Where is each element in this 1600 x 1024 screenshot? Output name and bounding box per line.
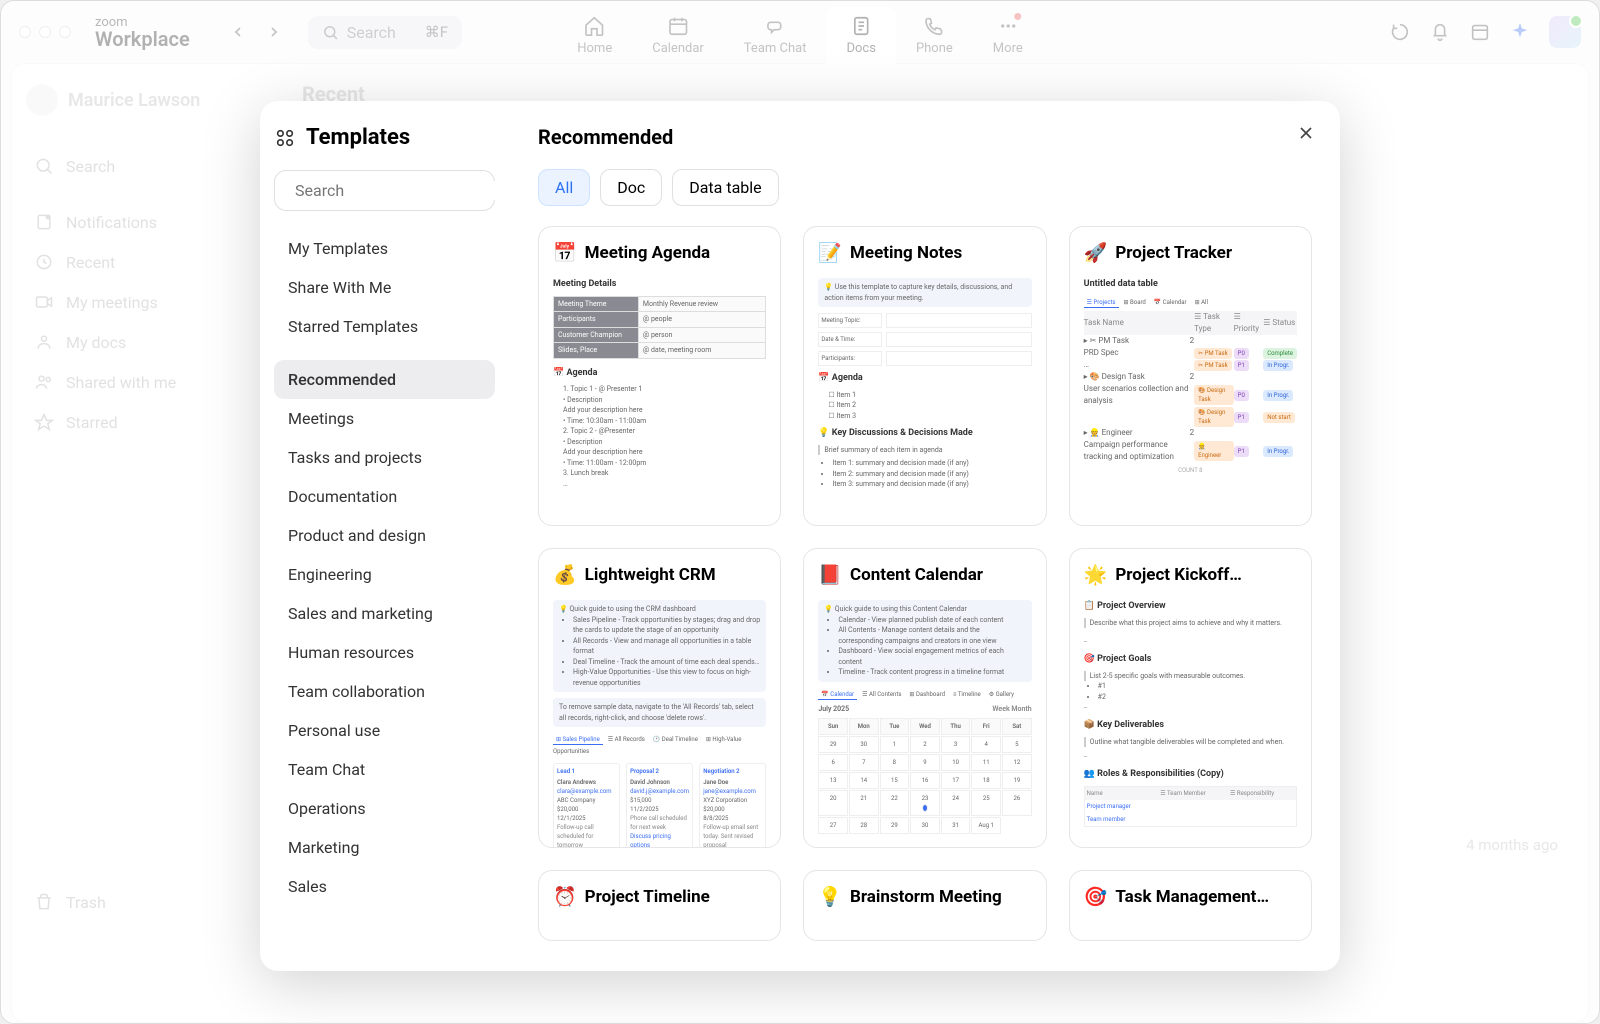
cat-starred-templates[interactable]: Starred Templates [274, 307, 495, 346]
template-card-project-kickoff-[interactable]: 🌟Project Kickoff…📋 Project OverviewDescr… [1069, 548, 1312, 848]
modal-sidebar: Templates My TemplatesShare With MeStarr… [260, 101, 510, 971]
cat-operations[interactable]: Operations [274, 789, 495, 828]
pill-all[interactable]: All [538, 169, 590, 206]
template-search-input[interactable] [295, 181, 498, 200]
section-heading: Recommended [538, 125, 1312, 149]
close-button[interactable] [1296, 123, 1316, 147]
cat-team-chat[interactable]: Team Chat [274, 750, 495, 789]
cat-product-and-design[interactable]: Product and design [274, 516, 495, 555]
cat-documentation[interactable]: Documentation [274, 477, 495, 516]
pill-doc[interactable]: Doc [600, 169, 662, 206]
template-card-content-calendar[interactable]: 📕Content Calendar💡 Quick guide to using … [803, 548, 1046, 848]
template-card-task-management-[interactable]: 🎯Task Management… [1069, 870, 1312, 941]
cat-my-templates[interactable]: My Templates [274, 229, 495, 268]
cat-sales[interactable]: Sales [274, 867, 495, 906]
cat-personal-use[interactable]: Personal use [274, 711, 495, 750]
template-card-meeting-notes[interactable]: 📝Meeting Notes💡 Use this template to cap… [803, 226, 1046, 526]
filter-pills: All Doc Data table [538, 169, 1312, 206]
template-card-project-tracker[interactable]: 🚀Project TrackerUntitled data table☰ Pro… [1069, 226, 1312, 526]
cat-team-collaboration[interactable]: Team collaboration [274, 672, 495, 711]
cat-meetings[interactable]: Meetings [274, 399, 495, 438]
template-search[interactable] [274, 170, 495, 211]
modal-title: Templates [306, 125, 410, 150]
app-window: zoom Workplace ⌘F Home Calendar Team Cha… [0, 0, 1600, 1024]
template-card-brainstorm-meeting[interactable]: 💡Brainstorm Meeting [803, 870, 1046, 941]
modal-content: Recommended All Doc Data table 📅Meeting Ag… [510, 101, 1340, 971]
pill-data-table[interactable]: Data table [672, 169, 778, 206]
cat-tasks-and-projects[interactable]: Tasks and projects [274, 438, 495, 477]
templates-icon [274, 127, 296, 149]
templates-modal: Templates My TemplatesShare With MeStarr… [260, 101, 1340, 971]
cat-sales-and-marketing[interactable]: Sales and marketing [274, 594, 495, 633]
cat-engineering[interactable]: Engineering [274, 555, 495, 594]
template-card-meeting-agenda[interactable]: 📅Meeting AgendaMeeting DetailsMeeting Th… [538, 226, 781, 526]
template-cards: 📅Meeting AgendaMeeting DetailsMeeting Th… [538, 226, 1312, 941]
modal-overlay: Templates My TemplatesShare With MeStarr… [1, 1, 1599, 1023]
cat-recommended[interactable]: Recommended [274, 360, 495, 399]
cat-marketing[interactable]: Marketing [274, 828, 495, 867]
template-card-lightweight-crm[interactable]: 💰Lightweight CRM💡 Quick guide to using t… [538, 548, 781, 848]
cat-share-with-me[interactable]: Share With Me [274, 268, 495, 307]
template-card-project-timeline[interactable]: ⏰Project Timeline [538, 870, 781, 941]
cat-human-resources[interactable]: Human resources [274, 633, 495, 672]
